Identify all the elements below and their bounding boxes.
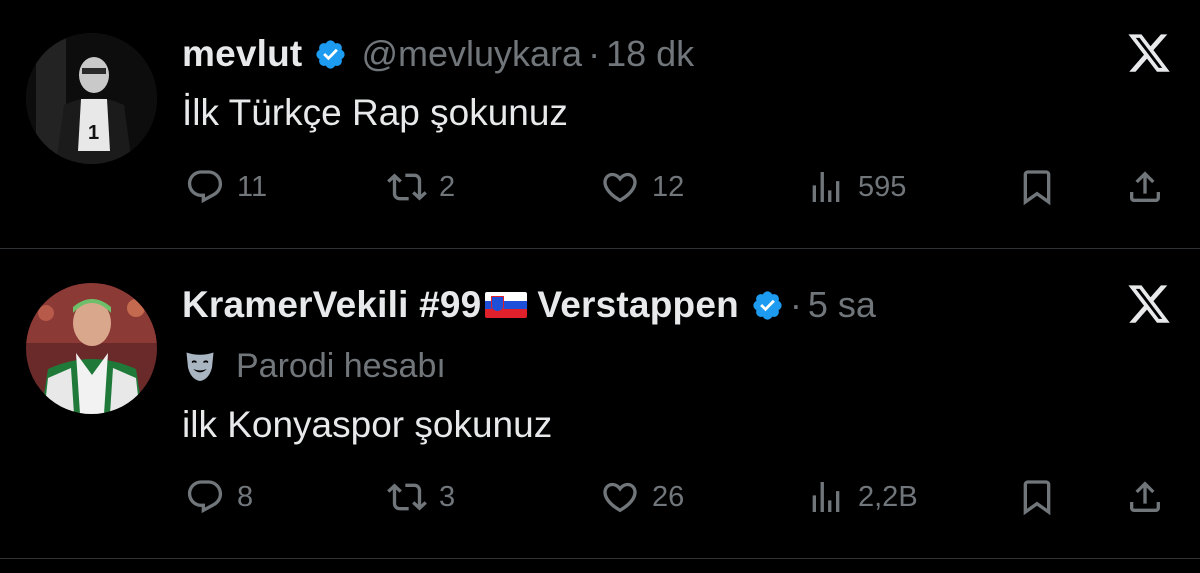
- reply-button[interactable]: 8: [185, 472, 253, 522]
- svg-text:1: 1: [88, 122, 99, 144]
- bookmark-button[interactable]: [1017, 472, 1057, 522]
- action-bar: 11 2 12 595: [0, 162, 1200, 212]
- tweet-1[interactable]: 1 mevlut @mevluykara · 18 dk İlk Türkçe …: [0, 0, 1200, 248]
- like-count: 12: [652, 170, 685, 203]
- heart-icon: [603, 482, 637, 513]
- heart-icon: [603, 172, 637, 203]
- views-count: 2,2B: [858, 480, 918, 513]
- share-icon: [1130, 171, 1160, 202]
- like-count: 26: [652, 480, 685, 513]
- reply-icon: [187, 480, 223, 514]
- retweet-icon: [387, 173, 427, 201]
- tweet-text: İlk Türkçe Rap şokunuz: [182, 92, 568, 133]
- display-name[interactable]: mevlut: [182, 33, 302, 75]
- retweet-count: 2: [439, 170, 456, 203]
- reply-button[interactable]: 11: [185, 162, 267, 212]
- views-icon: [812, 172, 840, 202]
- display-name-suffix[interactable]: Verstappen: [537, 284, 738, 326]
- separator: ·: [588, 33, 601, 74]
- handle[interactable]: @mevluykara: [361, 33, 582, 75]
- like-button[interactable]: 26: [600, 472, 684, 522]
- bookmark-icon: [1023, 170, 1051, 206]
- tweet-text: ilk Konyaspor şokunuz: [182, 404, 553, 445]
- views-button[interactable]: 2,2B: [806, 472, 918, 522]
- x-logo-icon: [1128, 34, 1170, 72]
- retweet-count: 3: [439, 480, 456, 513]
- bookmark-icon: [1023, 480, 1051, 516]
- tweet-2[interactable]: KramerVekili #99 Verstappen · 5 sa Parod…: [0, 249, 1200, 558]
- avatar[interactable]: 1: [26, 33, 157, 164]
- divider: [0, 558, 1200, 559]
- tweet-header: KramerVekili #99 Verstappen · 5 sa: [182, 281, 876, 329]
- share-button[interactable]: [1125, 472, 1165, 522]
- theater-mask-icon: [186, 352, 214, 381]
- retweet-button[interactable]: 3: [387, 472, 455, 522]
- reply-icon: [187, 170, 223, 204]
- retweet-button[interactable]: 2: [387, 162, 455, 212]
- separator: ·: [789, 284, 802, 325]
- share-icon: [1130, 481, 1160, 512]
- parody-label: Parodi hesabı: [236, 346, 446, 385]
- action-bar: 8 3 26 2,2B: [0, 472, 1200, 522]
- views-icon: [812, 482, 840, 512]
- like-button[interactable]: 12: [600, 162, 684, 212]
- views-button[interactable]: 595: [806, 162, 906, 212]
- timestamp[interactable]: 5 sa: [808, 284, 876, 326]
- share-button[interactable]: [1125, 162, 1165, 212]
- x-logo-icon: [1128, 285, 1170, 323]
- parody-label-row: Parodi hesabı: [182, 344, 446, 388]
- reply-count: 11: [237, 170, 268, 203]
- views-count: 595: [858, 170, 907, 203]
- display-name[interactable]: KramerVekili #99: [182, 284, 481, 326]
- retweet-icon: [387, 483, 427, 511]
- timestamp[interactable]: 18 dk: [606, 33, 694, 75]
- tweet-header: mevlut @mevluykara · 18 dk: [182, 30, 694, 78]
- bookmark-button[interactable]: [1017, 162, 1057, 212]
- verified-badge-icon: [316, 39, 346, 69]
- avatar[interactable]: [26, 283, 157, 414]
- reply-count: 8: [237, 480, 254, 513]
- slovenia-flag: [485, 292, 528, 318]
- verified-badge-icon: [753, 290, 782, 320]
